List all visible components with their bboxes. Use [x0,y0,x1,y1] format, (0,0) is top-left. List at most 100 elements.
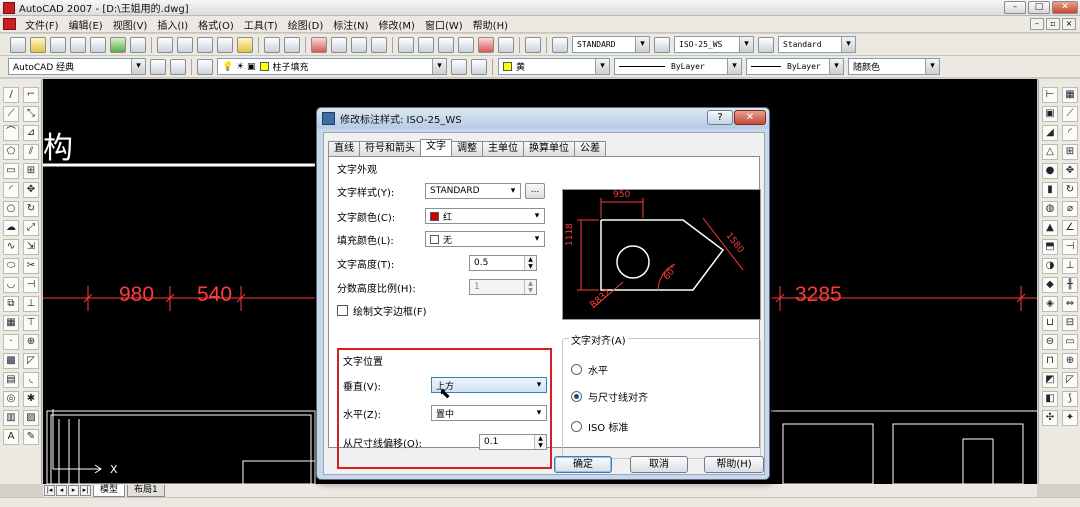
dim-aligned-icon[interactable]: ⟋ [1062,106,1078,122]
close-button[interactable]: ✕ [1052,1,1078,14]
break-icon[interactable]: ⊤ [23,315,39,331]
trim-icon[interactable]: ✂ [23,258,39,274]
extend-icon[interactable]: ⊣ [23,277,39,293]
copy-object-icon[interactable]: ⤡ [23,106,39,122]
mirror-icon[interactable]: ⊿ [23,125,39,141]
dim-break-icon[interactable]: ⊟ [1062,315,1078,331]
construction-line-icon[interactable]: ⟋ [3,106,19,122]
help-button[interactable]: 帮助(H) [704,456,764,473]
union-icon[interactable]: ⊔ [1042,315,1058,331]
cut-icon[interactable] [157,36,173,53]
menu-window[interactable]: 窗口(W) [420,17,468,32]
spinner-arrows-icon[interactable]: ▲ ▼ [524,256,536,270]
properties-icon[interactable] [398,36,414,53]
undo-icon[interactable] [264,36,280,53]
dialog-title-bar[interactable]: 修改标注样式: ISO-25_WS [317,108,769,129]
tab-fit[interactable]: 调整 [451,141,483,156]
loft-icon[interactable]: ◈ [1042,296,1058,312]
table-style-select[interactable]: Standard [778,36,856,53]
line-icon[interactable]: / [3,87,19,103]
dim-ordinate-icon[interactable]: ⊞ [1062,144,1078,160]
sheet-set-icon[interactable] [458,36,474,53]
publish-web-icon[interactable] [130,36,146,53]
doc-close-button[interactable]: × [1062,18,1076,30]
insert-block-icon[interactable]: ⧉ [3,296,19,312]
dim-continue-icon[interactable]: ╫ [1062,277,1078,293]
tool-palettes-icon[interactable] [438,36,454,53]
zoom-window-icon[interactable] [351,36,367,53]
menu-insert[interactable]: 插入(I) [152,17,193,32]
tab-primary-units[interactable]: 主单位 [482,141,524,156]
text-style-icon[interactable] [552,36,568,53]
revolve-icon[interactable]: ◑ [1042,258,1058,274]
copy-icon[interactable] [177,36,193,53]
3d-move-icon[interactable]: ✣ [1042,410,1058,426]
zoom-realtime-icon[interactable] [331,36,347,53]
first-tab-button[interactable]: |◂ [44,485,55,496]
align-with-dim-radio[interactable] [571,391,582,402]
rotate-icon[interactable]: ↻ [23,201,39,217]
markup-icon[interactable] [478,36,494,53]
quick-dim-icon[interactable]: ⊣ [1062,239,1078,255]
fillet-icon[interactable]: ◟ [23,372,39,388]
pan-icon[interactable] [311,36,327,53]
dim-update-icon[interactable]: ✦ [1062,410,1078,426]
dim-jogged-linear-icon[interactable]: ⟆ [1062,391,1078,407]
sweep-icon[interactable]: ◆ [1042,277,1058,293]
align-horizontal-row[interactable]: 水平 [571,362,608,377]
menu-tools[interactable]: 工具(T) [239,17,283,32]
offset-icon[interactable]: ⫽ [23,144,39,160]
dim-linear-icon[interactable]: ⊢ [1042,87,1058,103]
dim-inspect-icon[interactable]: ◸ [1062,372,1078,388]
dim-diameter-icon[interactable]: ⌀ [1062,201,1078,217]
dim-angular-icon[interactable]: ∠ [1062,220,1078,236]
wedge-icon[interactable]: ◢ [1042,125,1058,141]
text-height-spinner[interactable]: 0.5 ▲ ▼ [469,255,537,271]
dim-style-icon[interactable] [654,36,670,53]
horizontal-combo[interactable]: 置中 [431,405,547,421]
sphere-icon[interactable]: ● [1042,163,1058,179]
circle-icon[interactable]: ○ [3,201,19,217]
explode-icon[interactable]: ✱ [23,391,39,407]
new-icon[interactable] [10,36,26,53]
multiline-text-icon[interactable]: A [3,429,19,445]
dialog-help-button[interactable]: ? [707,110,733,125]
tab-symbols-arrows[interactable]: 符号和箭头 [359,141,421,156]
calculator-icon[interactable] [498,36,514,53]
autocad-app-icon[interactable] [3,1,15,14]
menu-dimension[interactable]: 标注(N) [328,17,373,32]
fraction-height-spinner[interactable]: 1 ▲ ▼ [469,279,537,295]
tab-tolerances[interactable]: 公差 [574,141,606,156]
subtract-icon[interactable]: ⊖ [1042,334,1058,350]
spinner-arrows-icon[interactable]: ▲ ▼ [534,435,546,449]
align-with-dim-row[interactable]: 与尺寸线对齐 [571,389,648,404]
section-plane-icon[interactable]: ◧ [1042,391,1058,407]
design-center-icon[interactable] [418,36,434,53]
open-icon[interactable] [30,36,46,53]
cone-icon[interactable]: △ [1042,144,1058,160]
help-icon[interactable] [525,36,541,53]
dim-baseline-icon[interactable]: ⊥ [1062,258,1078,274]
ok-button[interactable]: 确定 [554,456,612,473]
fill-color-combo[interactable]: 无 [425,231,545,247]
revcloud-icon[interactable]: ☁ [3,220,19,236]
dim-edit-icon[interactable]: ▦ [1062,87,1078,103]
text-style-select[interactable]: STANDARD [572,36,650,53]
workspace-select[interactable]: AutoCAD 经典 [8,58,146,75]
block-editor-icon[interactable] [237,36,253,53]
cancel-button[interactable]: 取消 [630,456,688,473]
minimize-button[interactable]: – [1004,1,1026,14]
dim-radius-icon[interactable]: ✥ [1062,163,1078,179]
pyramid-icon[interactable]: ▲ [1042,220,1058,236]
redo-icon[interactable] [284,36,300,53]
gradient-icon[interactable]: ▤ [3,372,19,388]
text-style-combo[interactable]: STANDARD [425,183,521,199]
extrude-icon[interactable]: ⬒ [1042,239,1058,255]
box-icon[interactable]: ▣ [1042,106,1058,122]
polygon-icon[interactable]: ⬠ [3,144,19,160]
tab-model[interactable]: 模型 [93,484,126,497]
table-style-icon[interactable] [758,36,774,53]
align-iso-radio[interactable] [571,421,582,432]
scale-icon[interactable]: ⤢ [23,220,39,236]
menu-modify[interactable]: 修改(M) [374,17,420,32]
